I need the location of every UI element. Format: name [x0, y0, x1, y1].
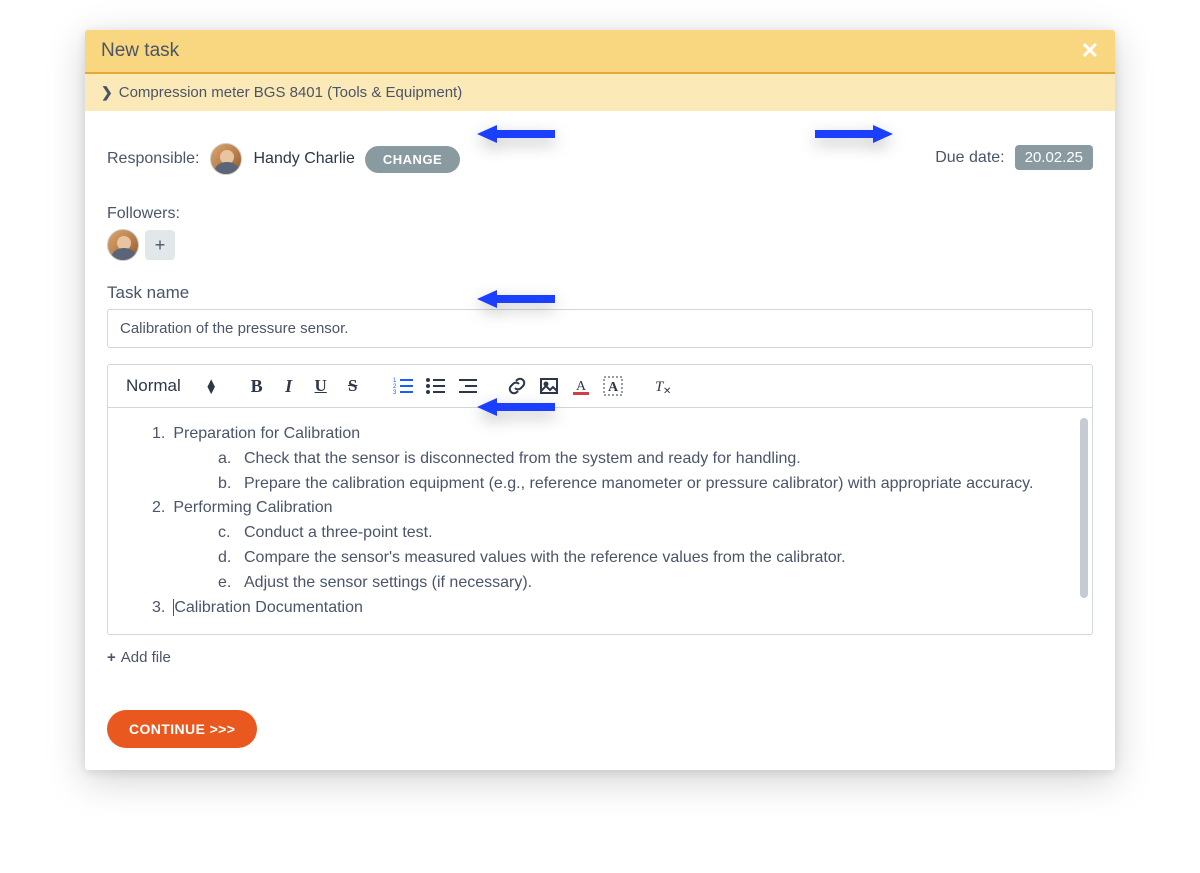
- annotation-arrow: [477, 288, 555, 310]
- list-item: 1.Preparation for Calibration: [122, 422, 1066, 447]
- add-follower-button[interactable]: +: [145, 230, 175, 260]
- svg-text:✕: ✕: [663, 386, 671, 396]
- rich-text-editor: Normal ▲▼ B I U S 123: [107, 364, 1093, 635]
- ordered-list-button[interactable]: 123: [392, 375, 414, 397]
- editor-content[interactable]: 1.Preparation for Calibrationa.Check tha…: [108, 408, 1092, 634]
- close-icon[interactable]: ✕: [1081, 40, 1099, 62]
- strikethrough-button[interactable]: S: [342, 375, 364, 397]
- avatar[interactable]: [210, 143, 242, 175]
- due-date-label: Due date:: [935, 149, 1004, 167]
- svg-text:3: 3: [393, 390, 397, 396]
- clear-format-button[interactable]: T✕: [652, 375, 674, 397]
- list-sub-item: c.Conduct a three-point test.: [122, 521, 1066, 546]
- paragraph-style-select[interactable]: Normal ▲▼: [126, 376, 218, 396]
- responsible-name: Handy Charlie: [254, 150, 355, 168]
- followers-section: Followers: +: [107, 205, 1093, 261]
- link-button[interactable]: [506, 375, 528, 397]
- list-sub-item: b.Prepare the calibration equipment (e.g…: [122, 472, 1066, 497]
- task-name-input[interactable]: [107, 309, 1093, 348]
- breadcrumb[interactable]: ❯ Compression meter BGS 8401 (Tools & Eq…: [85, 74, 1115, 111]
- avatar[interactable]: [107, 229, 139, 261]
- sort-icon: ▲▼: [205, 379, 218, 393]
- followers-label: Followers:: [107, 205, 1093, 223]
- editor-toolbar: Normal ▲▼ B I U S 123: [108, 365, 1092, 408]
- list-sub-item: a.Check that the sensor is disconnected …: [122, 447, 1066, 472]
- new-task-modal: New task ✕ ❯ Compression meter BGS 8401 …: [85, 30, 1115, 770]
- chevron-right-icon: ❯: [101, 84, 113, 101]
- underline-button[interactable]: U: [310, 375, 332, 397]
- modal-title: New task: [101, 40, 179, 62]
- add-file-button[interactable]: + Add file: [107, 649, 1093, 666]
- annotation-arrow: [815, 123, 893, 145]
- unordered-list-button[interactable]: [424, 375, 446, 397]
- highlight-button[interactable]: A: [602, 375, 624, 397]
- breadcrumb-text: Compression meter BGS 8401 (Tools & Equi…: [119, 84, 462, 101]
- plus-icon: +: [107, 649, 116, 666]
- responsible-label: Responsible:: [107, 150, 200, 168]
- change-button[interactable]: CHANGE: [365, 146, 460, 173]
- svg-text:A: A: [576, 379, 587, 394]
- image-button[interactable]: [538, 375, 560, 397]
- modal-body: Responsible: Handy Charlie CHANGE Due da…: [85, 111, 1115, 770]
- list-sub-item: d.Compare the sensor's measured values w…: [122, 546, 1066, 571]
- italic-button[interactable]: I: [278, 375, 300, 397]
- followers-list: +: [107, 229, 1093, 261]
- bold-button[interactable]: B: [246, 375, 268, 397]
- list-sub-item: e.Adjust the sensor settings (if necessa…: [122, 571, 1066, 596]
- svg-text:A: A: [608, 380, 619, 395]
- list-item: 3.Calibration Documentation: [122, 596, 1066, 621]
- modal-header: New task ✕: [85, 30, 1115, 74]
- annotation-arrow: [477, 123, 555, 145]
- continue-button[interactable]: CONTINUE >>>: [107, 710, 257, 748]
- list-item: 2.Performing Calibration: [122, 496, 1066, 521]
- task-name-label: Task name: [107, 283, 1093, 303]
- due-date-value[interactable]: 20.02.25: [1015, 145, 1093, 170]
- indent-button[interactable]: [456, 375, 478, 397]
- text-color-button[interactable]: A: [570, 375, 592, 397]
- scrollbar[interactable]: [1080, 418, 1088, 598]
- due-date-row: Due date: 20.02.25: [935, 145, 1093, 170]
